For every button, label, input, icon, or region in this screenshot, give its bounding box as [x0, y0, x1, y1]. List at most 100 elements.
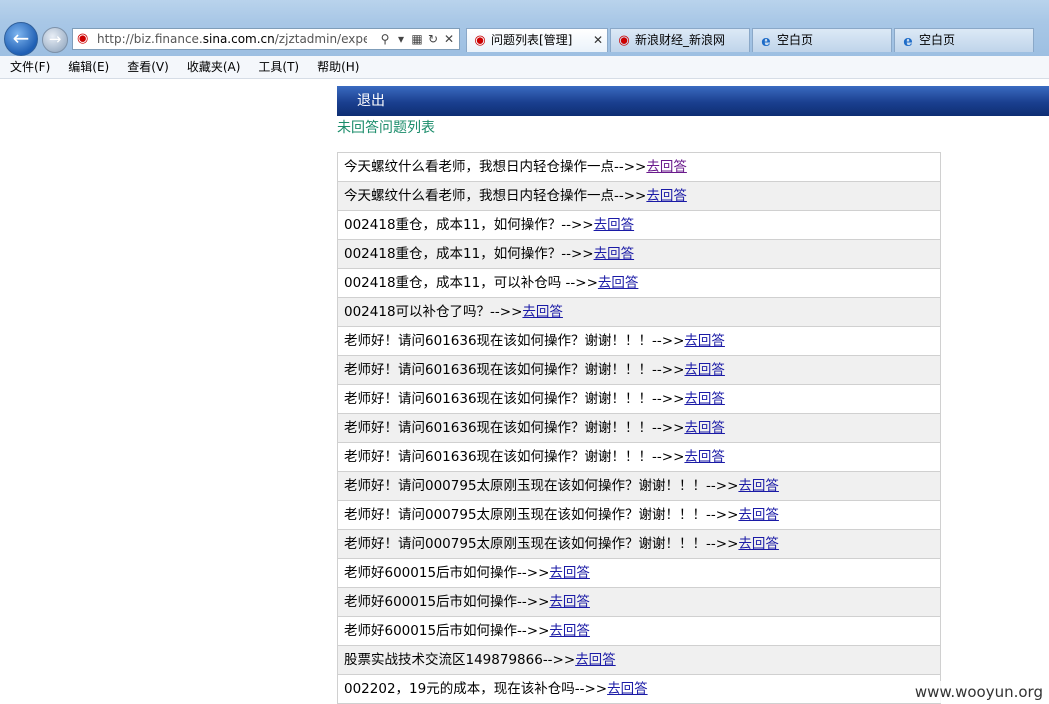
browser-tab[interactable]: ◉ 问题列表[管理] ✕ [466, 28, 608, 52]
question-text: 老师好！请问000795太原刚玉现在该如何操作？谢谢！！！ [344, 507, 707, 523]
menu-item[interactable]: 文件(F) [0, 56, 58, 78]
question-text: 002418重仓，成本11，可以补仓吗 [344, 275, 566, 291]
answer-link[interactable]: 去回答 [684, 391, 725, 407]
tab-label: 空白页 [777, 33, 814, 47]
answer-link[interactable]: 去回答 [575, 652, 616, 668]
question-row: 老师好600015后市如何操作-->>去回答 [338, 617, 940, 646]
answer-link[interactable]: 去回答 [522, 304, 563, 320]
url-path: /zjztadmin/expert_c [274, 32, 367, 46]
question-text: 老师好！请问601636现在该如何操作？谢谢！！！ [344, 362, 653, 378]
question-row: 老师好！请问601636现在该如何操作？谢谢！！！-->>去回答 [338, 443, 940, 472]
watermark: www.wooyun.org [912, 681, 1045, 703]
answer-link[interactable]: 去回答 [646, 159, 687, 175]
question-row: 老师好！请问601636现在该如何操作？谢谢！！！-->>去回答 [338, 414, 940, 443]
search-icon[interactable]: ⚲ [378, 31, 392, 47]
back-button[interactable]: ← [4, 22, 38, 56]
separator: -->> [706, 536, 739, 552]
answer-link[interactable]: 去回答 [684, 449, 725, 465]
answer-link[interactable]: 去回答 [549, 565, 590, 581]
address-bar[interactable]: ◉ http://biz.finance.sina.com.cn/zjztadm… [72, 28, 460, 50]
question-text: 老师好！请问601636现在该如何操作？谢谢！！！ [344, 449, 653, 465]
separator: -->> [652, 333, 685, 349]
separator: -->> [652, 362, 685, 378]
sina-icon: ◉ [618, 33, 630, 48]
question-list: 今天螺纹什么看老师，我想日内轻仓操作一点-->>去回答 今天螺纹什么看老师，我想日… [337, 152, 941, 704]
menu-item[interactable]: 帮助(H) [307, 56, 367, 78]
browser-tab[interactable]: e 空白页 [752, 28, 892, 52]
separator: -->> [652, 391, 685, 407]
answer-link[interactable]: 去回答 [684, 333, 725, 349]
menu-bar: 文件(F) 编辑(E) 查看(V) 收藏夹(A) 工具(T) 帮助(H) [0, 56, 1049, 79]
answer-link[interactable]: 去回答 [684, 420, 725, 436]
question-row: 老师好！请问000795太原刚玉现在该如何操作？谢谢！！！-->>去回答 [338, 530, 940, 559]
answer-link[interactable]: 去回答 [607, 681, 648, 697]
logout-link[interactable]: 退出 [357, 86, 385, 116]
answer-link[interactable]: 去回答 [549, 594, 590, 610]
question-row: 老师好600015后市如何操作-->>去回答 [338, 588, 940, 617]
question-text: 002418可以补仓了吗？ [344, 304, 491, 320]
question-text: 今天螺纹什么看老师，我想日内轻仓操作一点 [344, 188, 614, 204]
url-domain: sina.com.cn [202, 32, 275, 46]
question-text: 老师好600015后市如何操作 [344, 565, 518, 581]
sina-icon: ◉ [77, 31, 89, 46]
answer-link[interactable]: 去回答 [738, 478, 779, 494]
answer-link[interactable]: 去回答 [738, 507, 779, 523]
answer-link[interactable]: 去回答 [684, 362, 725, 378]
separator: -->> [565, 275, 598, 291]
answer-link[interactable]: 去回答 [594, 217, 635, 233]
close-tab-icon[interactable]: ✕ [593, 29, 603, 51]
answer-link[interactable]: 去回答 [646, 188, 687, 204]
separator: -->> [542, 652, 576, 668]
tab-label: 新浪财经_新浪网 [635, 33, 726, 47]
question-text: 老师好600015后市如何操作 [344, 594, 518, 610]
separator: -->> [517, 623, 550, 639]
arrow-left-icon: ← [12, 26, 30, 50]
forward-button[interactable]: → [42, 27, 68, 53]
question-text: 002418重仓，成本11，如何操作？ [344, 217, 562, 233]
question-text: 老师好！请问000795太原刚玉现在该如何操作？谢谢！！！ [344, 536, 707, 552]
browser-tab[interactable]: e 空白页 [894, 28, 1034, 52]
answer-link[interactable]: 去回答 [738, 536, 779, 552]
separator: -->> [652, 449, 685, 465]
dropdown-icon[interactable]: ▾ [394, 31, 408, 47]
answer-link[interactable]: 去回答 [549, 623, 590, 639]
menu-item[interactable]: 收藏夹(A) [177, 56, 249, 78]
question-row: 股票实战技术交流区149879866-->>去回答 [338, 646, 940, 675]
browser-tab[interactable]: ◉ 新浪财经_新浪网 [610, 28, 750, 52]
question-text: 老师好！请问601636现在该如何操作？谢谢！！！ [344, 420, 653, 436]
refresh-icon[interactable]: ↻ [426, 31, 440, 47]
admin-header: 退出 [337, 86, 1049, 116]
question-row: 老师好！请问000795太原刚玉现在该如何操作？谢谢！！！-->>去回答 [338, 501, 940, 530]
tab-label: 空白页 [919, 33, 956, 47]
question-text: 今天螺纹什么看老师，我想日内轻仓操作一点 [344, 159, 614, 175]
sina-icon: ◉ [474, 33, 486, 48]
question-text: 002202，19元的成本，现在该补仓吗 [344, 681, 575, 697]
question-text: 老师好！请问601636现在该如何操作？谢谢！！！ [344, 391, 653, 407]
question-row: 002418重仓，成本11，如何操作？-->>去回答 [338, 211, 940, 240]
menu-item[interactable]: 查看(V) [117, 56, 177, 78]
question-row: 002418重仓，成本11，可以补仓吗 -->>去回答 [338, 269, 940, 298]
answer-link[interactable]: 去回答 [594, 246, 635, 262]
browser-toolbar: ← → ◉ http://biz.finance.sina.com.cn/zjz… [0, 0, 1049, 56]
separator: -->> [574, 681, 608, 697]
separator: -->> [614, 188, 647, 204]
question-row: 老师好！请问601636现在该如何操作？谢谢！！！-->>去回答 [338, 356, 940, 385]
separator: -->> [652, 420, 685, 436]
menu-item[interactable]: 编辑(E) [58, 56, 117, 78]
question-row: 老师好！请问601636现在该如何操作？谢谢！！！-->>去回答 [338, 327, 940, 356]
menu-item[interactable]: 工具(T) [248, 56, 307, 78]
address-url[interactable]: http://biz.finance.sina.com.cn/zjztadmin… [97, 31, 367, 47]
answer-link[interactable]: 去回答 [598, 275, 639, 291]
question-text: 老师好600015后市如何操作 [344, 623, 518, 639]
stop-icon[interactable]: ✕ [442, 31, 456, 47]
separator: -->> [561, 246, 594, 262]
compat-view-icon[interactable]: ▦ [410, 31, 424, 47]
separator: -->> [517, 594, 550, 610]
question-text: 老师好！请问601636现在该如何操作？谢谢！！！ [344, 333, 653, 349]
question-row: 今天螺纹什么看老师，我想日内轻仓操作一点-->>去回答 [338, 153, 940, 182]
separator: -->> [517, 565, 550, 581]
separator: -->> [561, 217, 594, 233]
separator: -->> [706, 507, 739, 523]
tab-label: 问题列表[管理] [491, 33, 573, 47]
question-text: 002418重仓，成本11，如何操作？ [344, 246, 562, 262]
